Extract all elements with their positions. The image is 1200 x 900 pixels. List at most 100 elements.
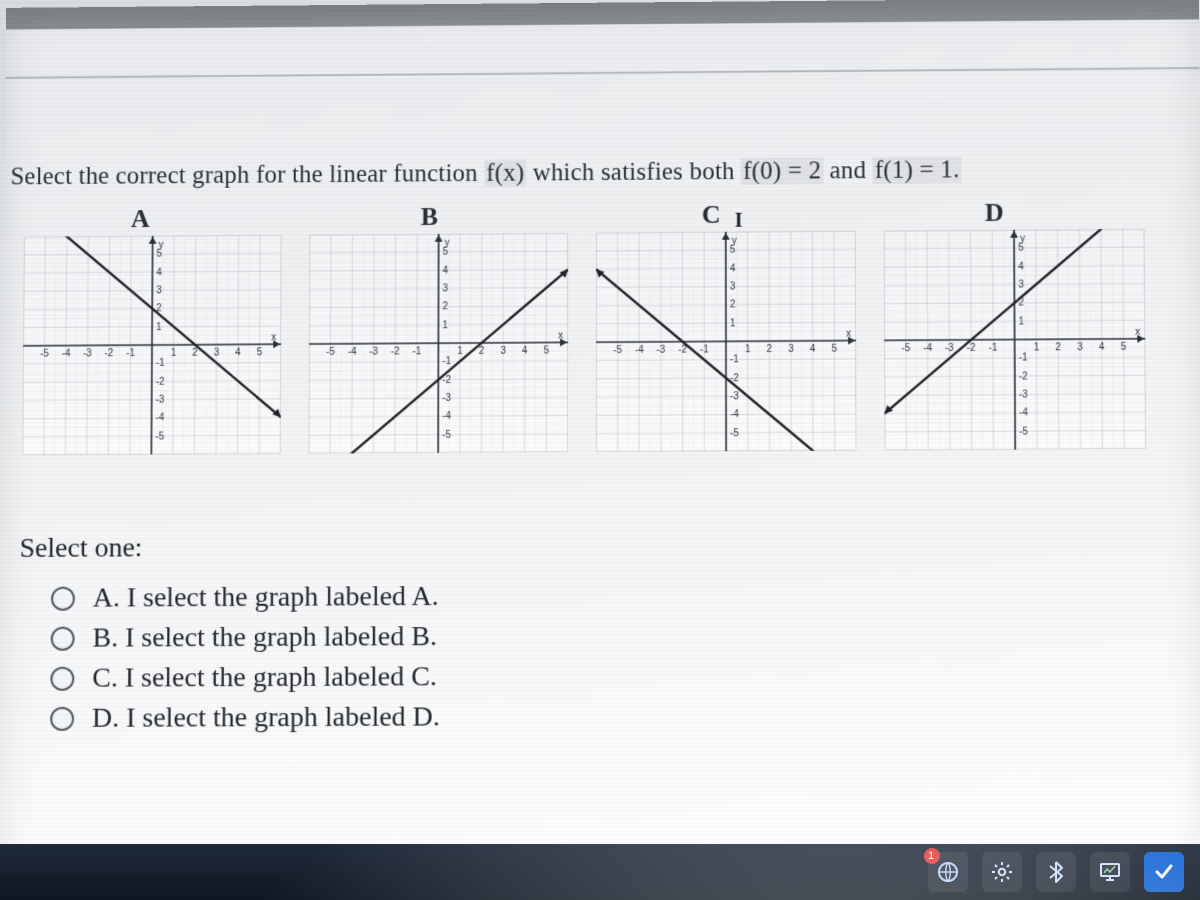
radio-D[interactable] bbox=[50, 707, 74, 731]
svg-text:-3: -3 bbox=[83, 348, 92, 359]
svg-text:-4: -4 bbox=[442, 411, 451, 422]
option-A[interactable]: A. I select the graph labeled A. bbox=[51, 581, 440, 615]
svg-text:2: 2 bbox=[767, 344, 773, 355]
svg-text:x: x bbox=[1135, 327, 1140, 338]
svg-text:-1: -1 bbox=[700, 344, 709, 355]
svg-text:y: y bbox=[1020, 234, 1025, 245]
svg-text:-2: -2 bbox=[967, 343, 976, 354]
svg-text:2: 2 bbox=[479, 346, 485, 357]
svg-text:-1: -1 bbox=[1019, 353, 1028, 364]
svg-text:-3: -3 bbox=[657, 345, 666, 356]
svg-text:-4: -4 bbox=[730, 410, 739, 421]
bluetooth-icon bbox=[1044, 860, 1068, 884]
graph-panel-C: -5-4-3-2-112345-5-4-3-2-112345yx bbox=[596, 231, 856, 452]
svg-text:3: 3 bbox=[788, 344, 794, 355]
taskbar-check-icon[interactable] bbox=[1144, 852, 1184, 892]
check-icon bbox=[1152, 860, 1176, 884]
svg-text:-3: -3 bbox=[156, 395, 165, 406]
taskbar-monitor-icon[interactable] bbox=[1090, 852, 1130, 892]
svg-text:-4: -4 bbox=[348, 347, 357, 358]
notification-badge: 1 bbox=[928, 848, 934, 864]
svg-text:-1: -1 bbox=[730, 355, 739, 366]
svg-text:1: 1 bbox=[171, 348, 177, 359]
svg-text:-3: -3 bbox=[442, 393, 451, 404]
divider bbox=[5, 67, 1199, 79]
graph-panel-B: -5-4-3-2-112345-5-4-3-2-112345yx bbox=[309, 233, 569, 454]
taskbar-settings-icon[interactable] bbox=[982, 852, 1022, 892]
svg-text:3: 3 bbox=[1077, 342, 1083, 353]
column-heading-B: B bbox=[421, 202, 438, 232]
svg-text:-2: -2 bbox=[156, 376, 165, 387]
svg-text:-2: -2 bbox=[1019, 371, 1028, 382]
monitor-icon bbox=[1098, 860, 1122, 884]
svg-text:1: 1 bbox=[1019, 316, 1025, 327]
options-list: A. I select the graph labeled A. B. I se… bbox=[50, 573, 440, 743]
svg-text:3: 3 bbox=[500, 346, 506, 357]
radio-B[interactable] bbox=[51, 627, 75, 651]
svg-text:4: 4 bbox=[235, 347, 241, 358]
question-part: and bbox=[830, 157, 873, 184]
svg-text:3: 3 bbox=[214, 348, 220, 359]
question-part: which satisfies both bbox=[533, 158, 741, 186]
graph-panel-D: -5-4-3-2-112345-5-4-3-2-112345yx bbox=[884, 229, 1146, 451]
option-B[interactable]: B. I select the graph labeled B. bbox=[51, 621, 441, 655]
column-heading-D: D bbox=[985, 198, 1004, 228]
question-cond2: f(1) = 1. bbox=[873, 156, 962, 184]
svg-text:5: 5 bbox=[1121, 342, 1127, 353]
svg-text:3: 3 bbox=[156, 285, 162, 296]
svg-text:4: 4 bbox=[730, 263, 736, 274]
svg-text:-1: -1 bbox=[156, 358, 165, 369]
svg-text:2: 2 bbox=[192, 348, 198, 359]
browser-tabstrip bbox=[6, 0, 1199, 30]
graph-panel-A: -5-4-3-2-112345-5-4-3-2-112345yx bbox=[22, 235, 281, 455]
globe-icon bbox=[936, 860, 960, 884]
svg-text:y: y bbox=[732, 236, 737, 247]
option-A-label: A. I select the graph labeled A. bbox=[93, 581, 439, 615]
svg-text:y: y bbox=[445, 238, 450, 249]
svg-text:-4: -4 bbox=[923, 343, 932, 354]
svg-text:2: 2 bbox=[730, 300, 736, 311]
svg-text:-5: -5 bbox=[730, 428, 739, 439]
taskbar-bluetooth-icon[interactable] bbox=[1036, 852, 1076, 892]
svg-text:-1: -1 bbox=[988, 343, 997, 354]
svg-text:-5: -5 bbox=[326, 347, 335, 358]
radio-C[interactable] bbox=[50, 667, 74, 691]
svg-text:-5: -5 bbox=[155, 431, 164, 442]
svg-text:3: 3 bbox=[730, 281, 736, 292]
svg-text:-5: -5 bbox=[1019, 426, 1028, 437]
svg-text:5: 5 bbox=[832, 344, 838, 355]
option-D[interactable]: D. I select the graph labeled D. bbox=[50, 701, 440, 735]
svg-text:1: 1 bbox=[156, 322, 162, 333]
svg-text:3: 3 bbox=[1018, 280, 1024, 291]
svg-text:-1: -1 bbox=[126, 348, 135, 359]
svg-text:1: 1 bbox=[457, 346, 463, 357]
option-C[interactable]: C. I select the graph labeled C. bbox=[50, 661, 440, 695]
svg-text:-1: -1 bbox=[442, 356, 451, 367]
question-text: Select the correct graph for the linear … bbox=[10, 156, 961, 191]
svg-text:-4: -4 bbox=[635, 345, 644, 356]
svg-text:-3: -3 bbox=[369, 347, 378, 358]
column-heading-C: C bbox=[702, 200, 721, 230]
svg-text:2: 2 bbox=[1055, 342, 1061, 353]
svg-text:x: x bbox=[271, 332, 276, 343]
svg-text:y: y bbox=[159, 240, 164, 251]
svg-text:4: 4 bbox=[1099, 342, 1105, 353]
column-heading-A: A bbox=[131, 204, 150, 234]
svg-text:1: 1 bbox=[1034, 342, 1040, 353]
svg-text:-4: -4 bbox=[156, 413, 165, 424]
svg-text:5: 5 bbox=[257, 347, 263, 358]
svg-text:5: 5 bbox=[544, 345, 550, 356]
question-page: Select the correct graph for the linear … bbox=[0, 0, 1200, 884]
svg-text:4: 4 bbox=[810, 344, 816, 355]
taskbar-app-icon[interactable]: 1 bbox=[928, 852, 968, 892]
svg-text:-5: -5 bbox=[40, 349, 49, 360]
radio-A[interactable] bbox=[51, 587, 75, 611]
svg-text:-3: -3 bbox=[730, 391, 739, 402]
svg-text:-5: -5 bbox=[613, 345, 622, 356]
svg-text:-1: -1 bbox=[412, 346, 421, 357]
svg-text:-3: -3 bbox=[1019, 389, 1028, 400]
select-one-heading: Select one: bbox=[19, 532, 142, 565]
svg-text:4: 4 bbox=[1018, 261, 1024, 272]
svg-text:x: x bbox=[558, 330, 563, 341]
svg-text:2: 2 bbox=[442, 302, 448, 313]
